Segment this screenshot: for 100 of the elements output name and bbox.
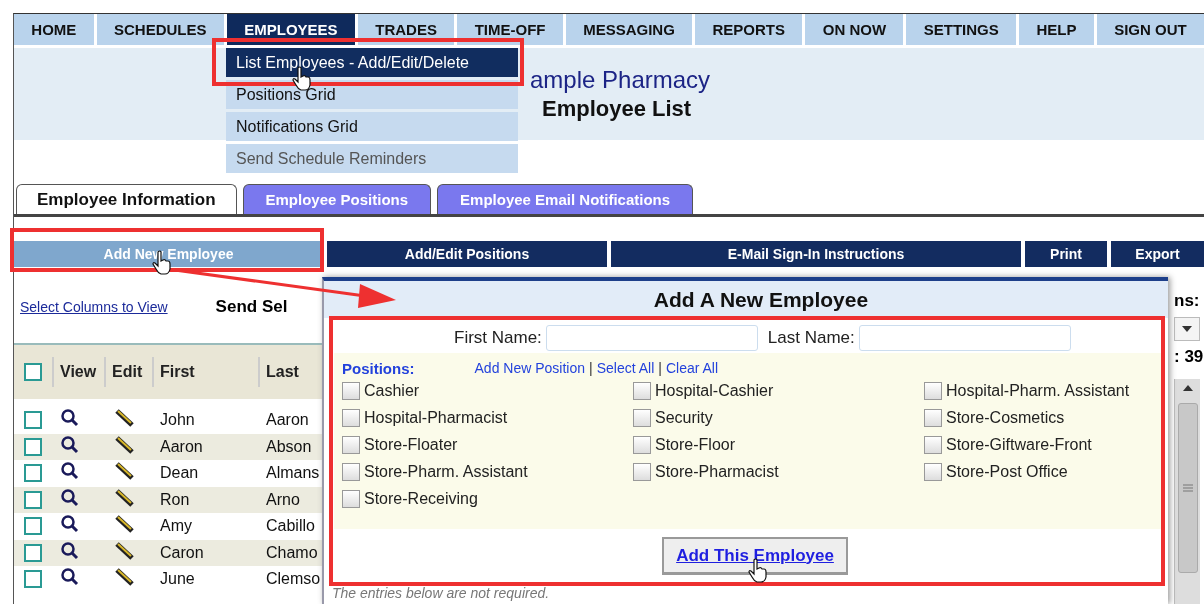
magnifier-icon[interactable] (60, 540, 80, 561)
field-label: Last Name: (767, 328, 855, 348)
tab[interactable]: Employee Email Notifications (437, 184, 694, 214)
row-checkbox[interactable] (24, 517, 42, 536)
filter-dropdown[interactable] (1174, 317, 1200, 341)
magnifier-icon[interactable] (60, 514, 80, 535)
position-checkbox[interactable] (633, 382, 651, 400)
column-header: View (52, 357, 104, 387)
row-checkbox[interactable] (24, 490, 42, 509)
magnifier-icon[interactable] (60, 487, 80, 508)
grip-icon (1182, 483, 1193, 493)
menu-item[interactable]: Notifications Grid (226, 112, 518, 141)
position-label: Store-Cosmetics (946, 409, 1065, 427)
row-checkbox[interactable] (24, 543, 42, 562)
action-button[interactable]: Print (1025, 241, 1107, 267)
position-label: Store-Floor (655, 436, 736, 454)
position-checkbox[interactable] (633, 463, 651, 481)
nav-tab[interactable]: ON NOW (805, 14, 904, 45)
nav-tab[interactable]: HELP (1019, 14, 1094, 45)
table-cell-text: Aaron (265, 411, 310, 430)
table-cell-text: Caron (159, 543, 205, 562)
position-checkbox[interactable] (342, 409, 360, 427)
position-link[interactable]: Clear All (665, 360, 719, 376)
send-label: Send Sel (215, 297, 288, 317)
position-checkbox[interactable] (633, 436, 651, 454)
position-label: Store-Floater (364, 436, 458, 454)
position-checkbox[interactable] (342, 382, 360, 400)
magnifier-icon[interactable] (60, 567, 80, 588)
field-label: First Name: (454, 328, 542, 348)
position-checkbox[interactable] (924, 463, 942, 481)
dialog-title: Add A New Employee (324, 281, 1168, 318)
action-button[interactable]: E-Mail Sign-In Instructions (611, 241, 1021, 267)
action-button[interactable]: Export (1111, 241, 1204, 267)
select-columns-link[interactable]: Select Columns to View (20, 299, 168, 315)
row-checkbox[interactable] (24, 464, 42, 483)
position-label: Hospital-Pharmacist (364, 409, 508, 427)
position-label: Store-Giftware-Front (946, 436, 1092, 454)
table-cell-text: Chamo (265, 543, 319, 562)
employee-count: : 39 (1174, 347, 1204, 367)
pencil-icon[interactable] (114, 461, 136, 482)
position-checkbox[interactable] (924, 436, 942, 454)
menu-item[interactable]: Send Schedule Reminders (226, 144, 518, 173)
position-label: Hospital-Cashier (655, 382, 774, 400)
position-checkbox[interactable] (342, 436, 360, 454)
link-separator: | (658, 360, 662, 376)
pencil-icon[interactable] (114, 540, 136, 561)
menu-item[interactable]: List Employees - Add/Edit/Delete (226, 48, 518, 77)
position-checkbox[interactable] (924, 409, 942, 427)
table-cell-text: Abson (265, 437, 313, 456)
note-text: The entries below are not required. (331, 585, 551, 601)
position-checkbox[interactable] (342, 463, 360, 481)
position-label: Store-Receiving (364, 490, 478, 508)
position-label: Store-Pharm. Assistant (364, 463, 528, 481)
pencil-icon[interactable] (114, 567, 136, 588)
add-employee-button[interactable]: Add This Employee (662, 537, 848, 575)
first-name-field[interactable] (545, 325, 758, 351)
pencil-icon[interactable] (114, 514, 136, 535)
select-all-checkbox[interactable] (24, 363, 42, 381)
nav-tab[interactable]: TIME-OFF (457, 14, 563, 45)
scrollbar[interactable] (1174, 379, 1200, 604)
nav-tab[interactable]: SETTINGS (906, 14, 1017, 45)
magnifier-icon[interactable] (60, 408, 80, 429)
position-link[interactable]: Select All (596, 360, 655, 376)
table-cell-text: June (159, 570, 196, 589)
filter-label: ns: (1174, 291, 1201, 311)
tab[interactable]: Employee Positions (242, 184, 432, 214)
position-label: Hospital-Pharm. Assistant (946, 382, 1130, 400)
column-header: First (152, 357, 258, 387)
row-checkbox[interactable] (24, 437, 42, 456)
last-name-field[interactable] (858, 325, 1071, 351)
action-button[interactable]: Add/Edit Positions (327, 241, 607, 267)
row-checkbox[interactable] (24, 411, 42, 430)
nav-tab[interactable]: MESSAGING (565, 14, 693, 45)
pencil-icon[interactable] (114, 408, 136, 429)
magnifier-icon[interactable] (60, 434, 80, 455)
table-cell-text: Almans (265, 464, 321, 483)
position-label: Security (655, 409, 713, 427)
table-cell-text: Amy (159, 517, 193, 536)
pencil-icon[interactable] (114, 434, 136, 455)
caret-up-icon[interactable] (1182, 385, 1193, 391)
tab[interactable]: Employee Information (16, 184, 237, 214)
position-checkbox[interactable] (633, 409, 651, 427)
nav-tab[interactable]: SIGN OUT (1096, 14, 1204, 45)
page-title: Employee List (542, 96, 693, 122)
column-header: Edit (104, 357, 152, 387)
position-checkbox[interactable] (924, 382, 942, 400)
table-cell-text: Clemso (265, 570, 322, 589)
table-cell-text: Dean (159, 464, 200, 483)
position-link[interactable]: Add New Position (474, 360, 586, 376)
nav-tab[interactable]: REPORTS (695, 14, 803, 45)
nav-tab[interactable]: SCHEDULES (96, 14, 224, 45)
nav-tab[interactable]: HOME (14, 14, 94, 45)
table-cell-text: Aaron (159, 437, 204, 456)
row-checkbox[interactable] (24, 570, 42, 589)
caret-down-icon (1182, 326, 1192, 332)
position-label: Store-Post Office (946, 463, 1068, 481)
position-label: Store-Pharmacist (655, 463, 779, 481)
magnifier-icon[interactable] (60, 461, 80, 482)
pencil-icon[interactable] (114, 487, 136, 508)
position-checkbox[interactable] (342, 490, 360, 508)
